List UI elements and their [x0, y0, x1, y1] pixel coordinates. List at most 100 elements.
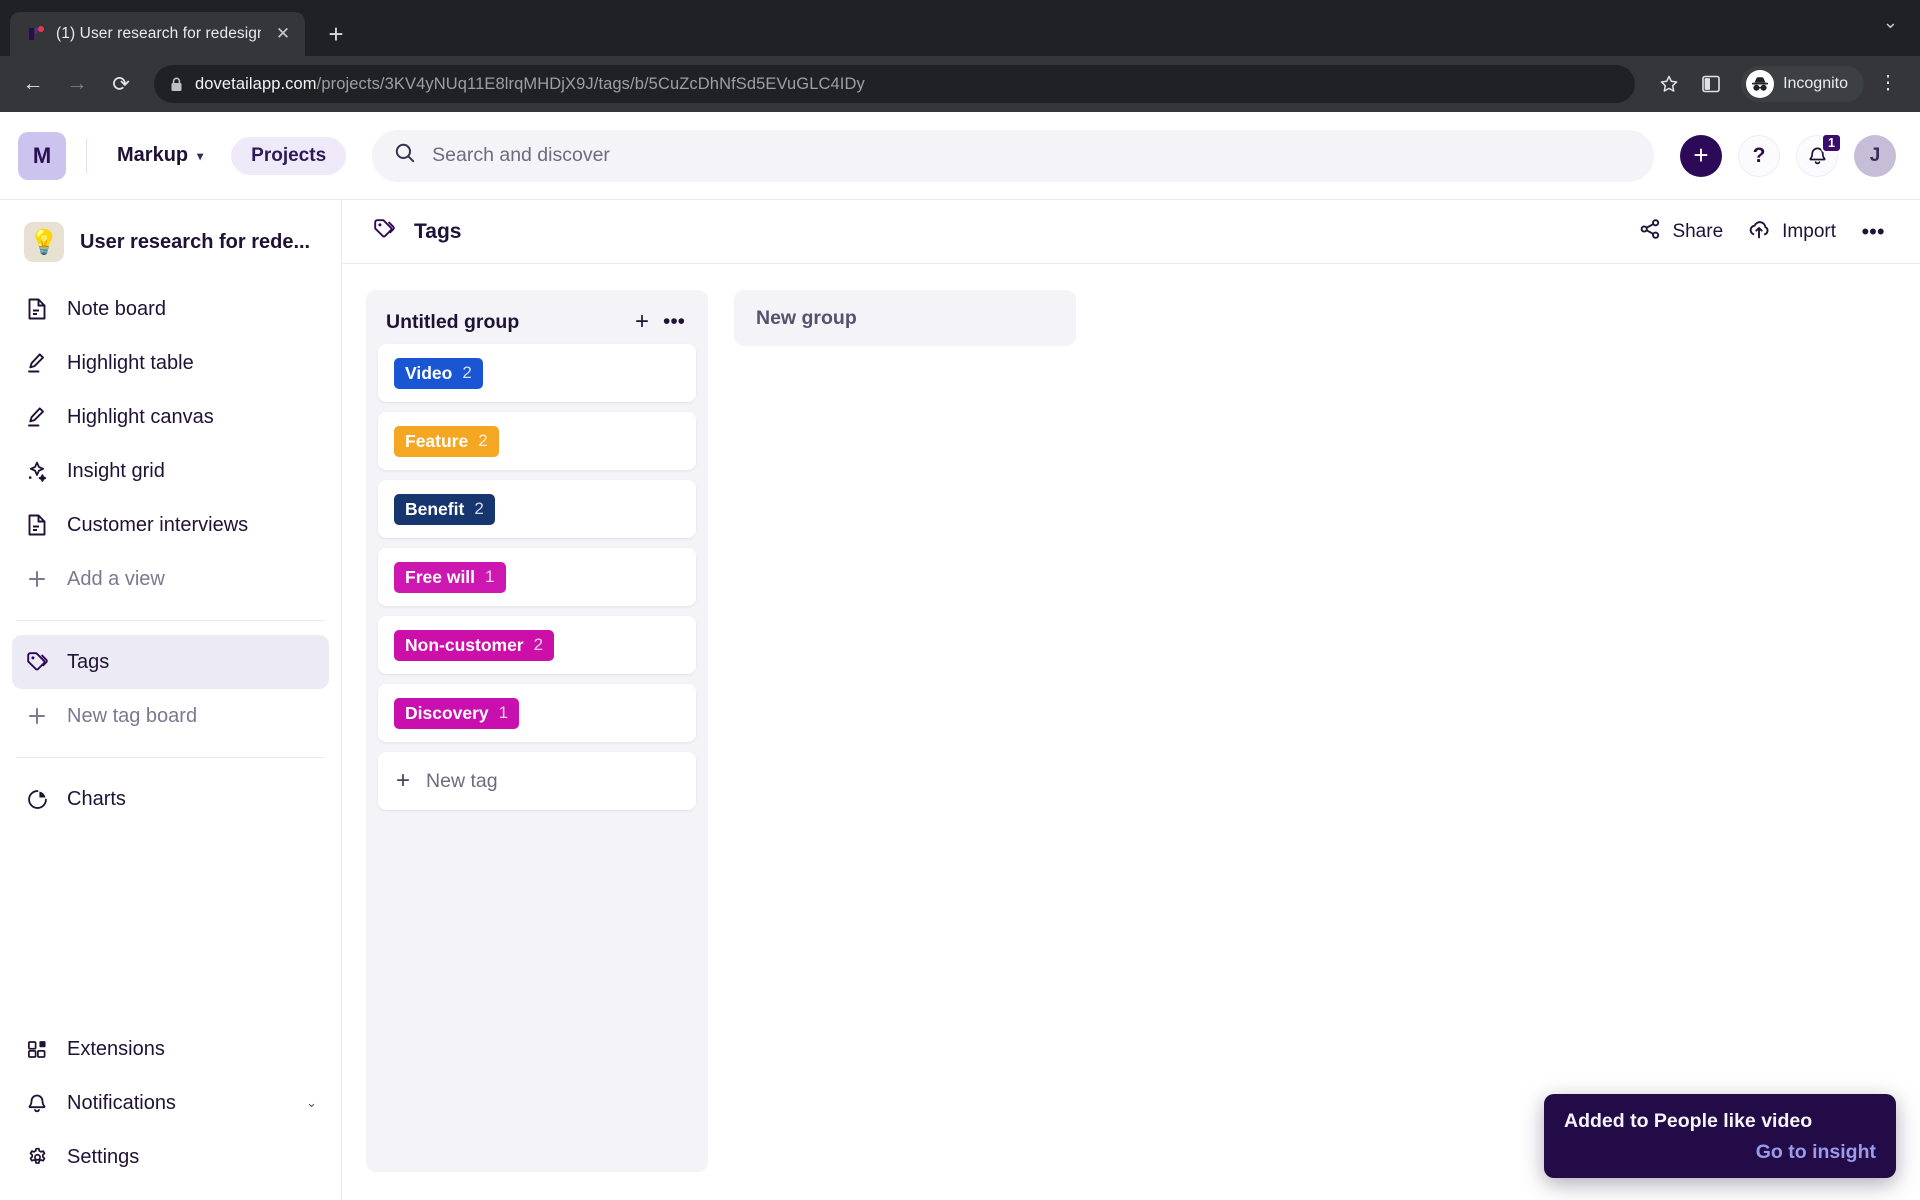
- sidebar-item-label: Add a view: [67, 567, 165, 590]
- workspace-avatar[interactable]: M: [18, 131, 66, 180]
- tag-group-dropzone: [378, 810, 696, 1160]
- sidebar-item-customer-interviews[interactable]: Customer interviews: [12, 498, 329, 552]
- url-host: dovetailapp.com: [195, 74, 317, 93]
- tag-label: Video: [405, 362, 453, 383]
- sidebar-item-note-board[interactable]: Note board: [12, 282, 329, 336]
- sidebar-item-highlight-canvas[interactable]: Highlight canvas: [12, 390, 329, 444]
- chevron-down-icon[interactable]: ⌄: [1883, 12, 1898, 33]
- address-bar-url: dovetailapp.com/projects/3KV4yNUq11E8lrq…: [195, 75, 865, 94]
- notifications-button[interactable]: 1: [1796, 132, 1842, 177]
- projects-button[interactable]: Projects: [231, 136, 347, 175]
- notifications-badge: 1: [1821, 132, 1842, 153]
- side-panel-icon[interactable]: [1693, 66, 1729, 102]
- tag-label: Feature: [405, 430, 469, 451]
- tag-count: 2: [478, 431, 488, 450]
- document-icon: [24, 512, 50, 538]
- sidebar-divider: [16, 757, 325, 758]
- new-tab-button[interactable]: +: [317, 15, 355, 53]
- tag-label: Free will: [405, 566, 476, 587]
- tag-row[interactable]: Video 2: [378, 344, 696, 402]
- bell-icon: [24, 1090, 50, 1116]
- tag-pill[interactable]: Discovery 1: [394, 697, 520, 729]
- highlighter-icon: [24, 350, 50, 376]
- sidebar-item-label: Charts: [67, 787, 126, 810]
- tag-row[interactable]: Benefit 2: [378, 480, 696, 538]
- tag-icon: [24, 649, 50, 675]
- tag-icon: [372, 217, 396, 246]
- create-button[interactable]: +: [1680, 134, 1722, 177]
- tag-count: 2: [474, 499, 484, 518]
- go-to-insight-link[interactable]: Go to insight: [1756, 1141, 1876, 1163]
- tag-pill[interactable]: Non-customer 2: [394, 629, 555, 661]
- workspace-name-label: Markup: [117, 144, 189, 166]
- forward-button[interactable]: →: [58, 65, 96, 103]
- search-input[interactable]: Search and discover: [372, 129, 1654, 182]
- sidebar-project-name: User research for rede...: [80, 230, 311, 253]
- extensions-icon: [24, 1036, 50, 1062]
- sidebar-item-notifications[interactable]: Notifications ⌄: [12, 1076, 329, 1130]
- reload-button[interactable]: ⟳: [102, 65, 140, 103]
- lock-icon: [170, 77, 183, 92]
- sidebar-project[interactable]: 💡 User research for rede...: [12, 212, 329, 272]
- sidebar-item-extensions[interactable]: Extensions: [12, 1022, 329, 1076]
- cloud-upload-icon: [1747, 217, 1771, 247]
- workspace-switcher[interactable]: Markup ▾: [107, 137, 213, 174]
- share-label: Share: [1672, 220, 1724, 242]
- tag-pill[interactable]: Video 2: [394, 357, 483, 389]
- close-icon[interactable]: ✕: [271, 22, 295, 46]
- add-tag-button[interactable]: +: [626, 306, 658, 338]
- address-bar[interactable]: dovetailapp.com/projects/3KV4yNUq11E8lrq…: [154, 65, 1636, 103]
- tag-group-more-button[interactable]: •••: [658, 306, 690, 338]
- incognito-indicator[interactable]: Incognito: [1741, 66, 1864, 102]
- tag-board: Untitled group + ••• Video 2 Feature 2 B…: [342, 264, 1920, 1200]
- tag-group-title[interactable]: Untitled group: [386, 311, 519, 334]
- sidebar-item-label: Note board: [67, 297, 166, 320]
- tag-count: 1: [498, 703, 509, 722]
- highlighter-icon: [24, 404, 50, 430]
- tag-pill[interactable]: Feature 2: [394, 425, 499, 457]
- sidebar-item-label: Highlight table: [67, 351, 194, 374]
- plus-icon: +: [396, 767, 411, 794]
- import-button[interactable]: Import: [1735, 210, 1848, 254]
- browser-menu-button[interactable]: ⋮: [1870, 66, 1906, 102]
- chevron-down-icon[interactable]: ⌄: [306, 1095, 317, 1111]
- help-button[interactable]: ?: [1738, 134, 1780, 177]
- dovetail-app: M Markup ▾ Projects Search and discover …: [0, 112, 1920, 1200]
- gear-icon: [24, 1144, 50, 1170]
- avatar[interactable]: J: [1854, 134, 1896, 177]
- share-icon: [1639, 218, 1661, 246]
- chevron-down-icon: ▾: [197, 148, 204, 163]
- tag-row[interactable]: Discovery 1: [378, 684, 696, 742]
- toast-notification: Added to People like video Go to insight: [1544, 1094, 1896, 1178]
- tag-pill[interactable]: Free will 1: [394, 561, 506, 593]
- sidebar-item-insight-grid[interactable]: Insight grid: [12, 444, 329, 498]
- tag-count: 2: [533, 635, 544, 654]
- share-button[interactable]: Share: [1627, 211, 1735, 253]
- sidebar-item-new-tag-board[interactable]: New tag board: [12, 689, 329, 743]
- tag-row[interactable]: Non-customer 2: [378, 616, 696, 674]
- star-icon[interactable]: [1651, 66, 1687, 102]
- tag-row[interactable]: Free will 1: [378, 548, 696, 606]
- tag-pill[interactable]: Benefit 2: [394, 493, 495, 525]
- new-tag-label: New tag: [426, 769, 498, 792]
- sidebar: 💡 User research for rede... Note board H…: [0, 200, 342, 1200]
- new-group-button[interactable]: New group: [734, 290, 1076, 346]
- document-icon: [24, 296, 50, 322]
- page-title-label: Tags: [414, 219, 462, 243]
- tag-row[interactable]: Feature 2: [378, 412, 696, 470]
- sidebar-item-tags[interactable]: Tags: [12, 635, 329, 689]
- sidebar-item-highlight-table[interactable]: Highlight table: [12, 336, 329, 390]
- app-header-actions: + ? 1 J: [1680, 132, 1896, 177]
- sidebar-item-add-a-view[interactable]: Add a view: [12, 552, 329, 606]
- sidebar-item-settings[interactable]: Settings: [12, 1130, 329, 1184]
- sidebar-item-charts[interactable]: Charts: [12, 772, 329, 826]
- app-header: M Markup ▾ Projects Search and discover …: [0, 112, 1920, 200]
- search-icon: [394, 142, 416, 169]
- new-tag-button[interactable]: + New tag: [378, 752, 696, 810]
- app-body: 💡 User research for rede... Note board H…: [0, 200, 1920, 1200]
- dovetail-logo-icon: [26, 24, 46, 44]
- more-options-button[interactable]: •••: [1854, 213, 1892, 251]
- back-button[interactable]: ←: [14, 65, 52, 103]
- browser-tab[interactable]: (1) User research for redesigne ✕: [10, 12, 305, 56]
- page-title: Tags: [372, 217, 461, 246]
